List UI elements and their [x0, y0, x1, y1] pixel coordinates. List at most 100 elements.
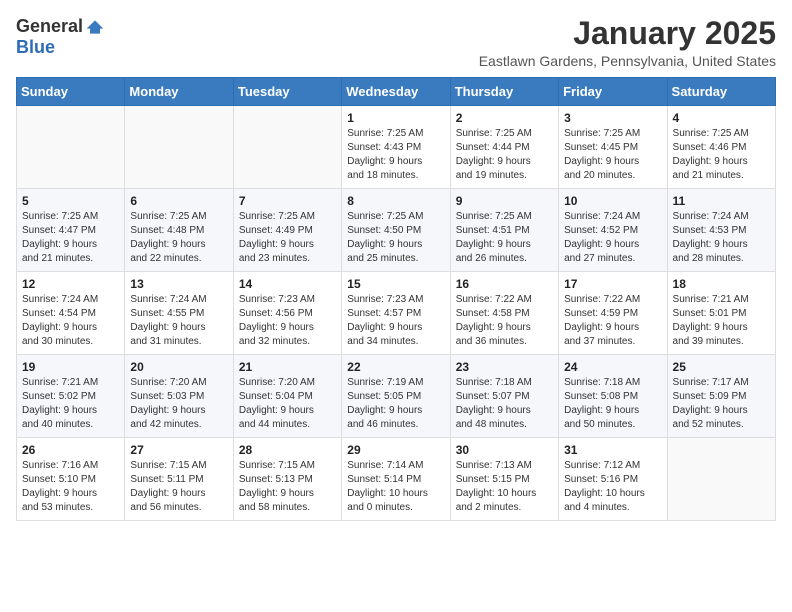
week-row-4: 19 Sunrise: 7:21 AM Sunset: 5:02 PM Dayli…: [17, 355, 776, 438]
day-number: 10: [564, 194, 661, 208]
day-info: Sunrise: 7:25 AM Sunset: 4:43 PM Dayligh…: [347, 127, 444, 183]
week-row-2: 5Sunrise: 7:25 AM Sunset: 4:47 PM Daylig…: [17, 189, 776, 272]
day-number: 21: [239, 360, 336, 374]
day-number: 15: [347, 277, 444, 291]
day-cell: 13 Sunrise: 7:24 AM Sunset: 4:55 PM Dayli…: [125, 272, 233, 355]
day-info: Sunrise: 7:25 AM Sunset: 4:51 PM Dayligh…: [456, 210, 553, 266]
day-cell: [125, 106, 233, 189]
day-number: 27: [130, 443, 227, 457]
day-number: 3: [564, 111, 661, 125]
day-number: 28: [239, 443, 336, 457]
day-number: 4: [673, 111, 770, 125]
day-cell: 3 Sunrise: 7:25 AM Sunset: 4:45 PM Daylig…: [559, 106, 667, 189]
day-cell: 23 Sunrise: 7:18 AM Sunset: 5:07 PM Dayli…: [450, 355, 558, 438]
day-info: Sunrise: 7:21 AM Sunset: 5:02 PM Dayligh…: [22, 376, 119, 432]
day-cell: 22Sunrise: 7:19 AM Sunset: 5:05 PM Dayli…: [342, 355, 450, 438]
day-cell: 14 Sunrise: 7:23 AM Sunset: 4:56 PM Dayli…: [233, 272, 341, 355]
day-number: 25: [673, 360, 770, 374]
calendar: SundayMondayTuesdayWednesdayThursdayFrid…: [16, 77, 776, 521]
weekday-header-wednesday: Wednesday: [342, 78, 450, 106]
day-info: Sunrise: 7:22 AM Sunset: 4:58 PM Dayligh…: [456, 293, 553, 349]
day-number: 6: [130, 194, 227, 208]
day-cell: 19 Sunrise: 7:21 AM Sunset: 5:02 PM Dayli…: [17, 355, 125, 438]
day-cell: 17 Sunrise: 7:22 AM Sunset: 4:59 PM Dayli…: [559, 272, 667, 355]
day-cell: 16 Sunrise: 7:22 AM Sunset: 4:58 PM Dayli…: [450, 272, 558, 355]
day-cell: 8Sunrise: 7:25 AM Sunset: 4:50 PM Daylig…: [342, 189, 450, 272]
day-info: Sunrise: 7:12 AM Sunset: 5:16 PM Dayligh…: [564, 459, 661, 515]
day-cell: 1Sunrise: 7:25 AM Sunset: 4:43 PM Daylig…: [342, 106, 450, 189]
day-info: Sunrise: 7:23 AM Sunset: 4:57 PM Dayligh…: [347, 293, 444, 349]
day-info: Sunrise: 7:14 AM Sunset: 5:14 PM Dayligh…: [347, 459, 444, 515]
day-number: 2: [456, 111, 553, 125]
day-number: 19: [22, 360, 119, 374]
weekday-header-saturday: Saturday: [667, 78, 775, 106]
day-info: Sunrise: 7:25 AM Sunset: 4:49 PM Dayligh…: [239, 210, 336, 266]
day-cell: 29 Sunrise: 7:14 AM Sunset: 5:14 PM Dayli…: [342, 438, 450, 521]
day-cell: [667, 438, 775, 521]
day-info: Sunrise: 7:24 AM Sunset: 4:55 PM Dayligh…: [130, 293, 227, 349]
week-row-5: 26 Sunrise: 7:16 AM Sunset: 5:10 PM Dayli…: [17, 438, 776, 521]
day-number: 13: [130, 277, 227, 291]
day-info: Sunrise: 7:25 AM Sunset: 4:47 PM Dayligh…: [22, 210, 119, 266]
day-number: 16: [456, 277, 553, 291]
day-cell: 6 Sunrise: 7:25 AM Sunset: 4:48 PM Daylig…: [125, 189, 233, 272]
day-cell: 30 Sunrise: 7:13 AM Sunset: 5:15 PM Dayli…: [450, 438, 558, 521]
day-info: Sunrise: 7:25 AM Sunset: 4:44 PM Dayligh…: [456, 127, 553, 183]
logo-blue: Blue: [16, 37, 55, 58]
logo-general: General: [16, 16, 83, 37]
day-number: 24: [564, 360, 661, 374]
day-number: 18: [673, 277, 770, 291]
day-info: Sunrise: 7:25 AM Sunset: 4:46 PM Dayligh…: [673, 127, 770, 183]
month-title: January 2025: [479, 16, 776, 51]
logo-icon: [85, 17, 105, 37]
day-info: Sunrise: 7:15 AM Sunset: 5:13 PM Dayligh…: [239, 459, 336, 515]
day-number: 12: [22, 277, 119, 291]
day-cell: [233, 106, 341, 189]
day-info: Sunrise: 7:15 AM Sunset: 5:11 PM Dayligh…: [130, 459, 227, 515]
day-info: Sunrise: 7:25 AM Sunset: 4:45 PM Dayligh…: [564, 127, 661, 183]
day-cell: 25Sunrise: 7:17 AM Sunset: 5:09 PM Dayli…: [667, 355, 775, 438]
day-info: Sunrise: 7:18 AM Sunset: 5:07 PM Dayligh…: [456, 376, 553, 432]
title-block: January 2025 Eastlawn Gardens, Pennsylva…: [479, 16, 776, 69]
day-info: Sunrise: 7:25 AM Sunset: 4:48 PM Dayligh…: [130, 210, 227, 266]
day-info: Sunrise: 7:24 AM Sunset: 4:52 PM Dayligh…: [564, 210, 661, 266]
day-cell: 28 Sunrise: 7:15 AM Sunset: 5:13 PM Dayli…: [233, 438, 341, 521]
day-cell: [17, 106, 125, 189]
day-number: 29: [347, 443, 444, 457]
day-info: Sunrise: 7:23 AM Sunset: 4:56 PM Dayligh…: [239, 293, 336, 349]
day-number: 7: [239, 194, 336, 208]
day-number: 20: [130, 360, 227, 374]
day-cell: 15 Sunrise: 7:23 AM Sunset: 4:57 PM Dayli…: [342, 272, 450, 355]
day-cell: 4 Sunrise: 7:25 AM Sunset: 4:46 PM Daylig…: [667, 106, 775, 189]
day-info: Sunrise: 7:22 AM Sunset: 4:59 PM Dayligh…: [564, 293, 661, 349]
week-row-3: 12 Sunrise: 7:24 AM Sunset: 4:54 PM Dayli…: [17, 272, 776, 355]
day-cell: 5Sunrise: 7:25 AM Sunset: 4:47 PM Daylig…: [17, 189, 125, 272]
day-cell: 21Sunrise: 7:20 AM Sunset: 5:04 PM Dayli…: [233, 355, 341, 438]
day-cell: 31Sunrise: 7:12 AM Sunset: 5:16 PM Dayli…: [559, 438, 667, 521]
week-row-1: 1Sunrise: 7:25 AM Sunset: 4:43 PM Daylig…: [17, 106, 776, 189]
location: Eastlawn Gardens, Pennsylvania, United S…: [479, 53, 776, 69]
day-info: Sunrise: 7:25 AM Sunset: 4:50 PM Dayligh…: [347, 210, 444, 266]
day-cell: 9Sunrise: 7:25 AM Sunset: 4:51 PM Daylig…: [450, 189, 558, 272]
day-info: Sunrise: 7:24 AM Sunset: 4:54 PM Dayligh…: [22, 293, 119, 349]
day-info: Sunrise: 7:16 AM Sunset: 5:10 PM Dayligh…: [22, 459, 119, 515]
day-info: Sunrise: 7:13 AM Sunset: 5:15 PM Dayligh…: [456, 459, 553, 515]
day-number: 22: [347, 360, 444, 374]
weekday-header-tuesday: Tuesday: [233, 78, 341, 106]
day-number: 17: [564, 277, 661, 291]
day-cell: 26 Sunrise: 7:16 AM Sunset: 5:10 PM Dayli…: [17, 438, 125, 521]
day-cell: 12 Sunrise: 7:24 AM Sunset: 4:54 PM Dayli…: [17, 272, 125, 355]
day-cell: 27 Sunrise: 7:15 AM Sunset: 5:11 PM Dayli…: [125, 438, 233, 521]
weekday-header-row: SundayMondayTuesdayWednesdayThursdayFrid…: [17, 78, 776, 106]
weekday-header-friday: Friday: [559, 78, 667, 106]
day-number: 26: [22, 443, 119, 457]
day-cell: 11Sunrise: 7:24 AM Sunset: 4:53 PM Dayli…: [667, 189, 775, 272]
day-number: 11: [673, 194, 770, 208]
day-info: Sunrise: 7:20 AM Sunset: 5:03 PM Dayligh…: [130, 376, 227, 432]
day-number: 30: [456, 443, 553, 457]
day-cell: 20 Sunrise: 7:20 AM Sunset: 5:03 PM Dayli…: [125, 355, 233, 438]
day-number: 14: [239, 277, 336, 291]
day-number: 23: [456, 360, 553, 374]
weekday-header-monday: Monday: [125, 78, 233, 106]
day-cell: 2 Sunrise: 7:25 AM Sunset: 4:44 PM Daylig…: [450, 106, 558, 189]
